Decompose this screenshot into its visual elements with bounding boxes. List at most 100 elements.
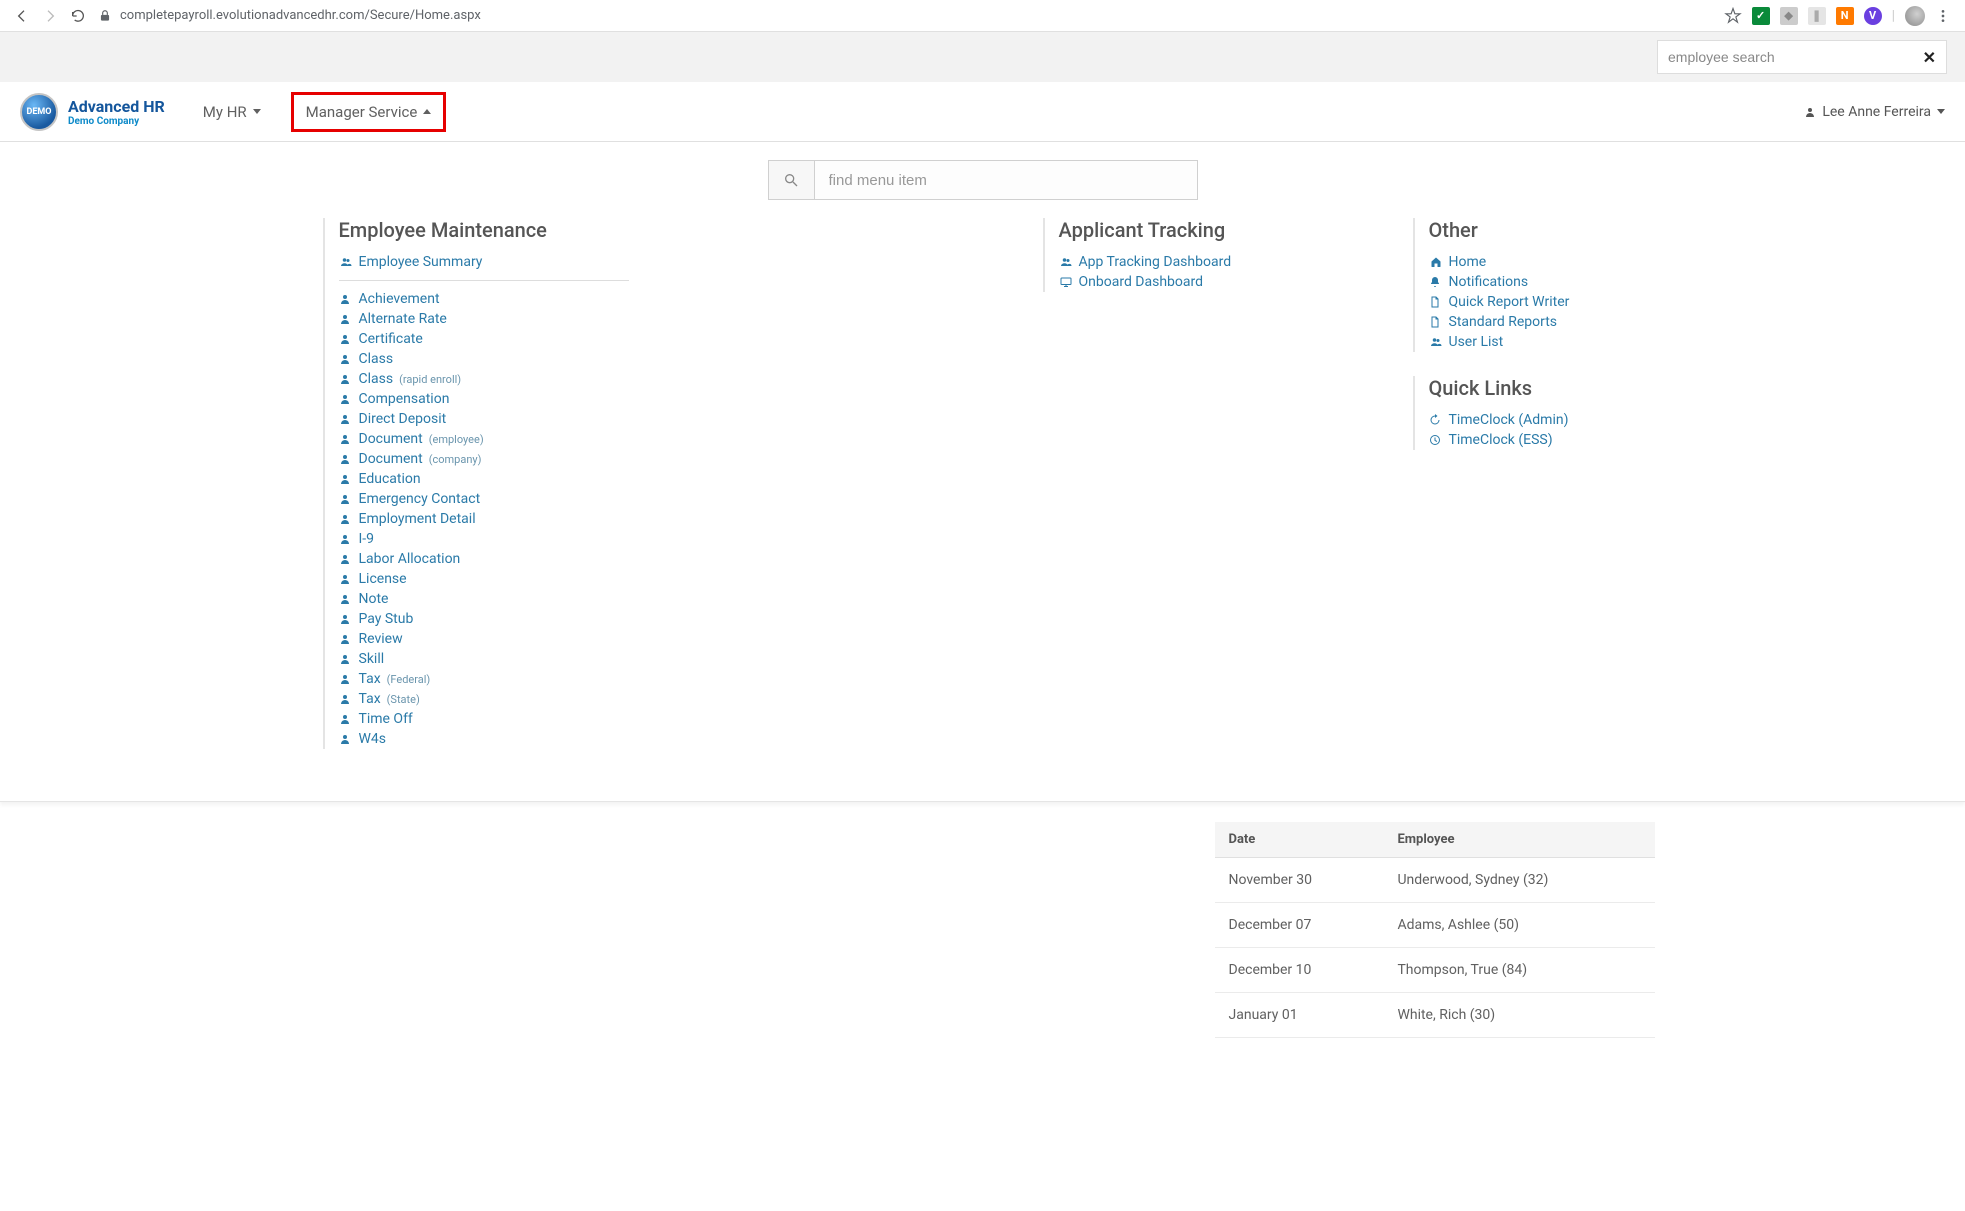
link-onboard-dashboard[interactable]: Onboard Dashboard — [1059, 272, 1373, 292]
chevron-down-icon — [253, 109, 261, 114]
ext-purple-icon[interactable]: V — [1864, 7, 1882, 25]
user-icon — [339, 533, 353, 545]
forward-button[interactable] — [36, 2, 64, 30]
link-label: Notifications — [1449, 274, 1529, 290]
employee-search-input[interactable] — [1668, 49, 1923, 65]
kebab-icon[interactable] — [1935, 8, 1951, 24]
section-title: Quick Links — [1429, 376, 1713, 400]
browser-actions: ✓ ◆ ❚ N V | — [1724, 6, 1957, 26]
link-employment-detail[interactable]: Employment Detail — [339, 509, 1003, 529]
home-icon — [1429, 256, 1443, 268]
link-skill[interactable]: Skill — [339, 649, 1003, 669]
user-icon — [339, 413, 353, 425]
link-direct-deposit[interactable]: Direct Deposit — [339, 409, 1003, 429]
ext-green-icon[interactable]: ✓ — [1752, 7, 1770, 25]
user-icon — [339, 453, 353, 465]
link-quick-report-writer[interactable]: Quick Report Writer — [1429, 292, 1713, 312]
link-label: Tax — [359, 691, 381, 707]
url-bar[interactable]: completepayroll.evolutionadvancedhr.com/… — [92, 8, 1724, 23]
link-document-company[interactable]: Document (company) — [339, 449, 1003, 469]
browser-chrome: completepayroll.evolutionadvancedhr.com/… — [0, 0, 1965, 32]
link-user-list[interactable]: User List — [1429, 332, 1713, 352]
link-notifications[interactable]: Notifications — [1429, 272, 1713, 292]
ext-grey-icon[interactable]: ◆ — [1780, 7, 1798, 25]
link-label: I-9 — [359, 531, 375, 547]
link-time-off[interactable]: Time Off — [339, 709, 1003, 729]
table-row[interactable]: January 01White, Rich (30) — [1215, 993, 1655, 1038]
link-class-rapid-enroll[interactable]: Class (rapid enroll) — [339, 369, 1003, 389]
link-app-tracking-dashboard[interactable]: App Tracking Dashboard — [1059, 252, 1373, 272]
link-label: Skill — [359, 651, 385, 667]
link-tax-federal[interactable]: Tax (Federal) — [339, 669, 1003, 689]
link-employee-summary[interactable]: Employee Summary — [339, 252, 629, 272]
link-label: Pay Stub — [359, 611, 414, 627]
ext-orange-icon[interactable]: N — [1836, 7, 1854, 25]
file-icon — [1429, 316, 1443, 328]
star-icon[interactable] — [1724, 7, 1742, 25]
link-pay-stub[interactable]: Pay Stub — [339, 609, 1003, 629]
link-certificate[interactable]: Certificate — [339, 329, 1003, 349]
link-label: Compensation — [359, 391, 450, 407]
ext-light-icon[interactable]: ❚ — [1808, 7, 1826, 25]
link-label: Review — [359, 631, 403, 647]
app-header: DEMO Advanced HR Demo Company My HR Mana… — [0, 82, 1965, 142]
profile-avatar[interactable] — [1905, 6, 1925, 26]
user-menu[interactable]: Lee Anne Ferreira — [1804, 104, 1945, 120]
employee-search[interactable]: ✕ — [1657, 40, 1947, 74]
nav-my-hr[interactable]: My HR — [191, 95, 273, 129]
users-icon — [339, 256, 353, 268]
section-title: Employee Maintenance — [339, 218, 1003, 242]
col-employee: Employee — [1383, 822, 1654, 858]
link-license[interactable]: License — [339, 569, 1003, 589]
link-achievement[interactable]: Achievement — [339, 289, 1003, 309]
back-button[interactable] — [8, 2, 36, 30]
link-timeclock-admin[interactable]: TimeClock (Admin) — [1429, 410, 1713, 430]
user-name: Lee Anne Ferreira — [1822, 104, 1931, 120]
menu-search-input[interactable] — [815, 172, 1197, 189]
link-label: Achievement — [359, 291, 440, 307]
link-label: Labor Allocation — [359, 551, 461, 567]
link-education[interactable]: Education — [339, 469, 1003, 489]
link-label: Employee Summary — [359, 254, 483, 270]
link-class[interactable]: Class — [339, 349, 1003, 369]
link-label: Education — [359, 471, 421, 487]
link-labor-allocation[interactable]: Labor Allocation — [339, 549, 1003, 569]
link-document-employee[interactable]: Document (employee) — [339, 429, 1003, 449]
link-emergency-contact[interactable]: Emergency Contact — [339, 489, 1003, 509]
link-subtext: (State) — [387, 693, 420, 706]
brand[interactable]: DEMO Advanced HR Demo Company — [20, 93, 165, 131]
cell-date: December 07 — [1215, 903, 1384, 948]
link-label: Time Off — [359, 711, 413, 727]
table-row[interactable]: November 30Underwood, Sydney (32) — [1215, 858, 1655, 903]
cell-date: November 30 — [1215, 858, 1384, 903]
link-compensation[interactable]: Compensation — [339, 389, 1003, 409]
monitor-icon — [1059, 276, 1073, 288]
chevron-down-icon — [1937, 109, 1945, 114]
menu-search[interactable] — [768, 160, 1198, 200]
link-w4s[interactable]: W4s — [339, 729, 1003, 749]
link-label: Emergency Contact — [359, 491, 481, 507]
link-tax-state[interactable]: Tax (State) — [339, 689, 1003, 709]
link-label: Document — [359, 451, 423, 467]
arrow-right-icon — [42, 8, 58, 24]
clear-icon[interactable]: ✕ — [1923, 48, 1936, 67]
url-text: completepayroll.evolutionadvancedhr.com/… — [120, 8, 481, 23]
link-label: Document — [359, 431, 423, 447]
table-row[interactable]: December 07Adams, Ashlee (50) — [1215, 903, 1655, 948]
file-icon — [1429, 296, 1443, 308]
link-label: Class — [359, 371, 394, 387]
link-alternate-rate[interactable]: Alternate Rate — [339, 309, 1003, 329]
link-review[interactable]: Review — [339, 629, 1003, 649]
link-timeclock-ess[interactable]: TimeClock (ESS) — [1429, 430, 1713, 450]
nav-my-hr-label: My HR — [203, 103, 247, 121]
chevron-up-icon — [423, 109, 431, 114]
link-standard-reports[interactable]: Standard Reports — [1429, 312, 1713, 332]
link-label: Onboard Dashboard — [1079, 274, 1204, 290]
nav-manager-service[interactable]: Manager Service — [291, 92, 447, 132]
link-home[interactable]: Home — [1429, 252, 1713, 272]
reload-button[interactable] — [64, 2, 92, 30]
link-note[interactable]: Note — [339, 589, 1003, 609]
table-row[interactable]: December 10Thompson, True (84) — [1215, 948, 1655, 993]
link-i-9[interactable]: I-9 — [339, 529, 1003, 549]
link-subtext: (employee) — [429, 433, 484, 446]
